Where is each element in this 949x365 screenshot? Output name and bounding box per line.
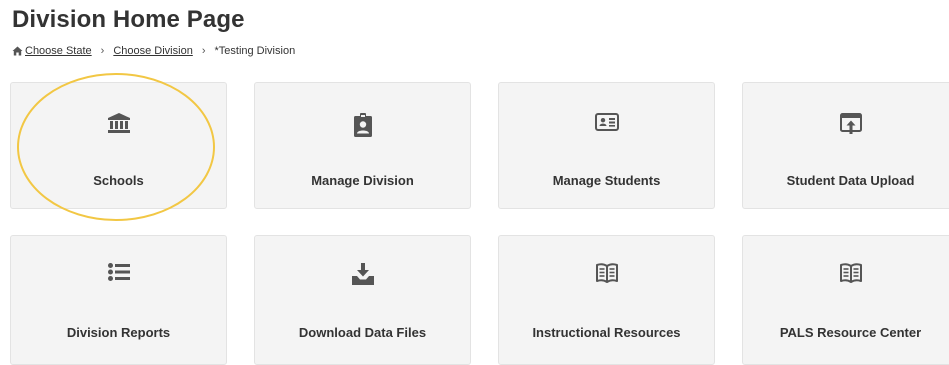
bank-icon (107, 113, 130, 133)
tile-label: Manage Students (552, 173, 661, 188)
tile-label: Instructional Resources (532, 325, 681, 340)
tile-label: Download Data Files (298, 325, 427, 340)
tile-schools[interactable]: Schools (10, 82, 227, 209)
breadcrumb-current-division: *Testing Division (214, 45, 296, 57)
id-card-icon (594, 113, 619, 131)
tile-instructional-resources[interactable]: Instructional Resources (498, 235, 715, 365)
tile-division-reports[interactable]: Division Reports (10, 235, 227, 365)
breadcrumb-separator: › (201, 45, 206, 57)
breadcrumb-choose-division-link[interactable]: Choose Division (113, 45, 192, 57)
breadcrumb-choose-state-link[interactable]: Choose State (25, 45, 92, 57)
open-book-icon (839, 263, 862, 283)
open-book-icon (595, 263, 618, 283)
id-badge-icon (353, 113, 372, 137)
page-title: Division Home Page (12, 6, 245, 33)
tile-manage-students[interactable]: Manage Students (498, 82, 715, 209)
tile-label: Manage Division (311, 173, 414, 188)
tile-label: Student Data Upload (786, 173, 915, 188)
tile-student-data-upload[interactable]: Student Data Upload (742, 82, 949, 209)
tile-pals-resource-center[interactable]: PALS Resource Center (742, 235, 949, 365)
upload-window-icon (839, 113, 862, 134)
home-icon[interactable] (12, 46, 23, 56)
breadcrumb: Choose State › Choose Division › *Testin… (12, 45, 295, 57)
tile-label: Division Reports (66, 325, 171, 340)
tile-download-data-files[interactable]: Download Data Files (254, 235, 471, 365)
tile-label: Schools (93, 173, 144, 188)
tile-manage-division[interactable]: Manage Division (254, 82, 471, 209)
breadcrumb-separator: › (100, 45, 105, 57)
download-tray-icon (351, 263, 374, 285)
tile-label: PALS Resource Center (779, 325, 922, 340)
list-icon (107, 263, 130, 281)
